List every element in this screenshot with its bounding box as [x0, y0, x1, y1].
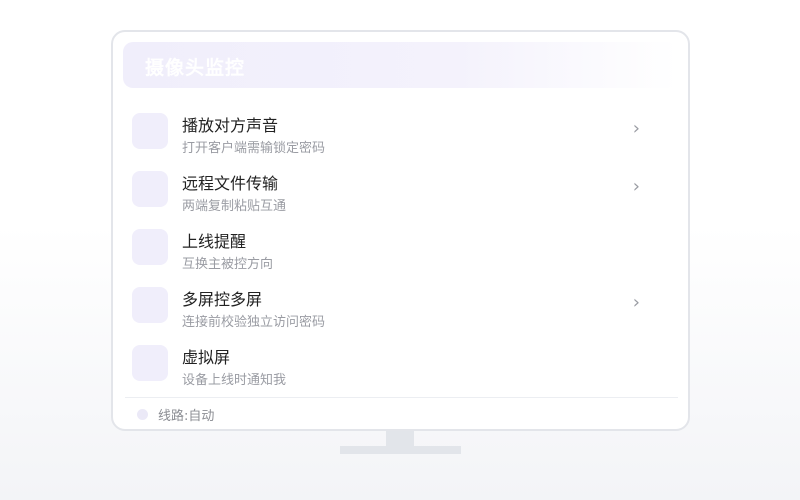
- footer-bar[interactable]: 线路:自动: [113, 398, 688, 429]
- menu-item-title: 虚拟屏: [182, 348, 231, 367]
- menu-item-subtitle: 打开客户端需输锁定密码: [182, 141, 326, 156]
- menu-item-title: 上线提醒: [182, 232, 247, 251]
- play-audio-icon: [132, 113, 168, 149]
- menu-item-subtitle: 设备上线时通知我: [182, 373, 287, 388]
- settings-menu: 播放对方声音 打开客户端需输锁定密码 › 远程文件传输 两端复制粘贴互通 › 上…: [113, 102, 688, 392]
- multi-screen-icon: [132, 287, 168, 323]
- header-bar: 摄像头监控: [123, 42, 678, 88]
- menu-item-file-transfer[interactable]: 远程文件传输 两端复制粘贴互通 ›: [113, 160, 688, 218]
- menu-item-online-alert[interactable]: 上线提醒 互换主被控方向: [113, 218, 688, 276]
- menu-item-title: 多屏控多屏: [182, 290, 263, 309]
- menu-item-subtitle: 连接前校验独立访问密码: [182, 315, 326, 330]
- chevron-right-icon[interactable]: ›: [633, 176, 640, 197]
- menu-item-play-audio[interactable]: 播放对方声音 打开客户端需输锁定密码 ›: [113, 102, 688, 160]
- menu-item-subtitle: 两端复制粘贴互通: [182, 199, 287, 214]
- monitor-stand-neck: [386, 431, 414, 447]
- monitor-stand-base: [340, 446, 461, 454]
- chevron-right-icon[interactable]: ›: [633, 292, 640, 313]
- online-alert-icon: [132, 229, 168, 265]
- menu-item-title: 远程文件传输: [182, 174, 279, 193]
- menu-item-subtitle: 互换主被控方向: [182, 257, 274, 272]
- file-transfer-icon: [132, 171, 168, 207]
- route-label[interactable]: 线路:自动: [158, 405, 214, 424]
- menu-item-multi-screen[interactable]: 多屏控多屏 连接前校验独立访问密码 ›: [113, 276, 688, 334]
- header-title: 摄像头监控: [145, 57, 246, 79]
- virtual-screen-icon: [132, 345, 168, 381]
- route-status-dot: [137, 409, 148, 420]
- menu-item-virtual-screen[interactable]: 虚拟屏 设备上线时通知我: [113, 334, 688, 392]
- monitor-frame: 摄像头监控 播放对方声音 打开客户端需输锁定密码 › 远程文件传输 两端复制粘贴…: [111, 30, 690, 431]
- chevron-right-icon[interactable]: ›: [633, 118, 640, 139]
- menu-item-title: 播放对方声音: [182, 116, 279, 135]
